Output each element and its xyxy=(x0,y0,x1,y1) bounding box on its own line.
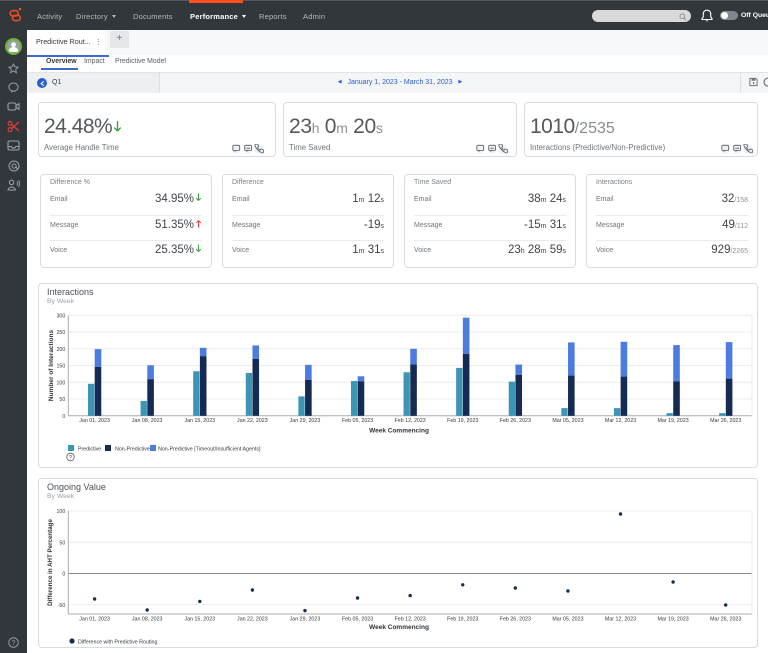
svg-text:300: 300 xyxy=(56,313,65,319)
svg-text:Mar 12, 2023: Mar 12, 2023 xyxy=(605,616,636,622)
svg-text:Mar 12, 2023: Mar 12, 2023 xyxy=(605,418,636,424)
svg-text:0: 0 xyxy=(62,414,65,420)
svg-text:Week Commencing: Week Commencing xyxy=(369,428,429,435)
svg-text:Week Commencing: Week Commencing xyxy=(369,624,429,631)
svg-text:Jan 15, 2023: Jan 15, 2023 xyxy=(184,418,215,424)
svg-text:0: 0 xyxy=(62,572,65,578)
svg-text:Non-Predictive: Non-Predictive xyxy=(115,446,150,452)
svg-text:Jan 01, 2023: Jan 01, 2023 xyxy=(79,616,110,622)
svg-text:Mar 05, 2023: Mar 05, 2023 xyxy=(552,616,583,622)
svg-text:Feb 26, 2023: Feb 26, 2023 xyxy=(500,616,531,622)
svg-text:50: 50 xyxy=(59,540,65,546)
svg-text:Jan 29, 2023: Jan 29, 2023 xyxy=(290,418,321,424)
svg-text:250: 250 xyxy=(56,330,65,336)
svg-text:Feb 12, 2023: Feb 12, 2023 xyxy=(395,616,426,622)
svg-text:?: ? xyxy=(12,640,16,647)
svg-text:Mar 26, 2023: Mar 26, 2023 xyxy=(710,418,741,424)
svg-text:Difference in AHT Percentage: Difference in AHT Percentage xyxy=(47,519,54,606)
svg-text:Feb 05, 2023: Feb 05, 2023 xyxy=(342,616,373,622)
svg-text:100: 100 xyxy=(56,509,65,515)
svg-text:Non-Predictive [Timeout/Insuff: Non-Predictive [Timeout/Insufficient Age… xyxy=(158,446,261,452)
svg-text:Feb 19, 2023: Feb 19, 2023 xyxy=(447,616,478,622)
svg-text:Jan 08, 2023: Jan 08, 2023 xyxy=(132,418,163,424)
svg-text:Jan 22, 2023: Jan 22, 2023 xyxy=(237,616,268,622)
svg-text:Jan 15, 2023: Jan 15, 2023 xyxy=(184,616,215,622)
svg-text:Feb 19, 2023: Feb 19, 2023 xyxy=(447,418,478,424)
svg-text:200: 200 xyxy=(56,347,65,353)
svg-text:50: 50 xyxy=(59,397,65,403)
svg-text:Jan 29, 2023: Jan 29, 2023 xyxy=(290,616,321,622)
svg-text:-50: -50 xyxy=(58,603,66,609)
svg-text:Feb 26, 2023: Feb 26, 2023 xyxy=(500,418,531,424)
svg-text:Jan 01, 2023: Jan 01, 2023 xyxy=(79,418,110,424)
svg-text:Difference with Predictive Rou: Difference with Predictive Routing xyxy=(78,639,157,645)
svg-text:150: 150 xyxy=(56,364,65,370)
svg-text:Mar 19, 2023: Mar 19, 2023 xyxy=(658,616,689,622)
svg-text:Feb 12, 2023: Feb 12, 2023 xyxy=(395,418,426,424)
svg-text:Feb 05, 2023: Feb 05, 2023 xyxy=(342,418,373,424)
svg-text:Mar 26, 2023: Mar 26, 2023 xyxy=(710,616,741,622)
svg-text:Jan 22, 2023: Jan 22, 2023 xyxy=(237,418,268,424)
svg-text:Number of Interactions: Number of Interactions xyxy=(48,330,55,402)
svg-text:Predictive: Predictive xyxy=(78,446,101,452)
svg-text:Mar 05, 2023: Mar 05, 2023 xyxy=(552,418,583,424)
svg-text:Mar 19, 2023: Mar 19, 2023 xyxy=(658,418,689,424)
svg-text:Jan 08, 2023: Jan 08, 2023 xyxy=(132,616,163,622)
svg-text:100: 100 xyxy=(56,380,65,386)
